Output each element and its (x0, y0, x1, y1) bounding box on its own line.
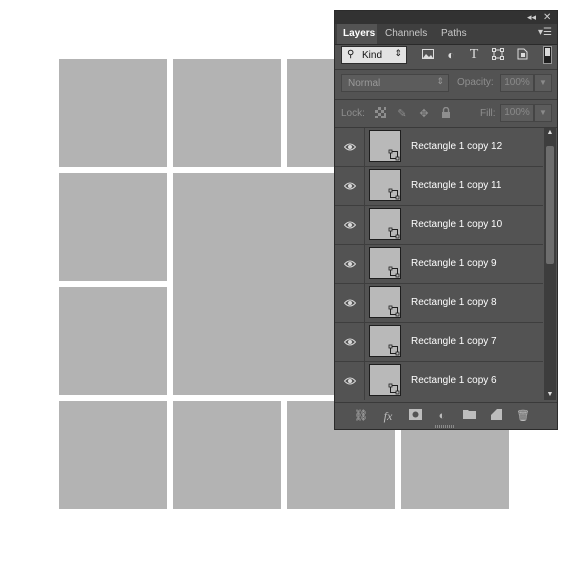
eye-icon[interactable] (344, 259, 356, 269)
canvas-rectangle[interactable] (59, 59, 167, 167)
layer-thumbnail[interactable] (369, 208, 401, 240)
layer-row[interactable]: Rectangle 1 copy 7 (335, 323, 543, 362)
fill-label: Fill: (480, 108, 496, 119)
group-folder-icon[interactable] (461, 409, 477, 423)
opacity-label: Opacity: (457, 77, 494, 88)
layer-name[interactable]: Rectangle 1 copy 9 (411, 258, 497, 269)
tab-channels[interactable]: Channels (379, 24, 429, 44)
tab-paths[interactable]: Paths (435, 24, 475, 44)
eye-icon[interactable] (344, 337, 356, 347)
layer-row[interactable]: Rectangle 1 copy 12 (335, 128, 543, 167)
eye-icon[interactable] (344, 220, 356, 230)
layer-thumbnail[interactable] (369, 247, 401, 279)
adjustment-layer-icon[interactable]: ◐ (434, 409, 450, 423)
scroll-up-arrow-icon[interactable]: ▲ (544, 128, 556, 138)
fx-icon[interactable]: fx (380, 409, 396, 423)
up-down-arrows-icon: ⇕ (394, 48, 402, 58)
shape-layer-badge-icon (388, 344, 400, 356)
shape-layer-badge-icon (388, 227, 400, 239)
eye-icon[interactable] (344, 376, 356, 386)
lock-image-pixels-icon[interactable]: ✎ (395, 107, 409, 121)
layers-scrollbar[interactable]: ▲ ▼ (544, 128, 556, 400)
search-icon: ⚲ (347, 49, 355, 60)
panel-menu-icon[interactable]: ▾☰ (538, 27, 552, 38)
scrollbar-thumb[interactable] (546, 146, 554, 264)
blend-mode-select[interactable]: Normal ⇕ (341, 74, 449, 92)
divider (364, 362, 365, 400)
filter-kind-select[interactable]: ⚲ Kind ⇕ (341, 46, 407, 64)
smart-object-filter-icon[interactable] (515, 48, 529, 62)
eye-icon[interactable] (344, 298, 356, 308)
shape-layer-badge-icon (388, 383, 400, 395)
layer-name[interactable]: Rectangle 1 copy 8 (411, 297, 497, 308)
filter-toggle-switch[interactable] (543, 46, 552, 64)
layer-thumbnail[interactable] (369, 130, 401, 162)
layer-row[interactable]: Rectangle 1 copy 11 (335, 167, 543, 206)
opacity-field[interactable]: 100% (500, 74, 534, 92)
fill-field[interactable]: 100% (500, 104, 534, 122)
layer-mask-icon[interactable] (407, 409, 423, 423)
eye-icon[interactable] (344, 181, 356, 191)
divider (364, 206, 365, 245)
double-chevron-left-icon[interactable]: ◂◂ (527, 11, 536, 24)
close-icon[interactable]: ✕ (543, 11, 551, 24)
lock-label: Lock: (341, 108, 365, 119)
divider (364, 167, 365, 206)
canvas-rectangle[interactable] (173, 59, 281, 167)
layer-thumbnail[interactable] (369, 169, 401, 201)
canvas-rectangle[interactable] (59, 401, 167, 509)
shape-layer-badge-icon (388, 188, 400, 200)
shape-layer-badge-icon (388, 305, 400, 317)
blend-mode-value: Normal (348, 78, 381, 89)
layer-name[interactable]: Rectangle 1 copy 6 (411, 375, 497, 386)
layer-name[interactable]: Rectangle 1 copy 11 (411, 180, 501, 191)
divider (364, 245, 365, 284)
image-filter-icon[interactable] (421, 48, 435, 62)
lock-position-icon[interactable]: ✥ (417, 107, 431, 121)
chevron-down-icon[interactable]: ▼ (534, 104, 552, 122)
resize-grip[interactable] (435, 425, 455, 428)
canvas-rectangle[interactable] (173, 401, 281, 509)
canvas-rectangle[interactable] (59, 287, 167, 395)
layers-list[interactable]: Rectangle 1 copy 12 Rectangle 1 copy 11 … (335, 128, 543, 400)
divider (335, 69, 557, 70)
shape-layer-badge-icon (388, 266, 400, 278)
layer-thumbnail[interactable] (369, 364, 401, 396)
scroll-down-arrow-icon[interactable]: ▼ (544, 390, 556, 400)
shape-layer-badge-icon (388, 149, 400, 161)
layer-row[interactable]: Rectangle 1 copy 8 (335, 284, 543, 323)
lock-all-icon[interactable] (439, 106, 453, 121)
link-layers-icon[interactable]: ⛓ (353, 409, 369, 423)
layer-row[interactable]: Rectangle 1 copy 6 (335, 362, 543, 400)
shape-filter-icon[interactable] (491, 48, 505, 62)
layer-row[interactable]: Rectangle 1 copy 9 (335, 245, 543, 284)
layer-name[interactable]: Rectangle 1 copy 12 (411, 141, 502, 152)
layer-row[interactable]: Rectangle 1 copy 10 (335, 206, 543, 245)
layer-thumbnail[interactable] (369, 325, 401, 357)
layers-panel: ◂◂ ✕ Layers Channels Paths ▾☰ ⚲ Kind ⇕ ◐… (334, 10, 558, 430)
type-filter-icon[interactable]: T (467, 48, 481, 62)
divider (335, 99, 557, 100)
tab-layers[interactable]: Layers (337, 24, 377, 44)
lock-transparent-pixels-icon[interactable] (373, 107, 387, 121)
divider (364, 128, 365, 167)
layer-name[interactable]: Rectangle 1 copy 10 (411, 219, 502, 230)
adjustment-filter-icon[interactable]: ◐ (444, 48, 458, 62)
panel-tab-bar: Layers Channels Paths ▾☰ (335, 24, 557, 45)
filter-kind-label: Kind (362, 50, 383, 61)
up-down-arrows-icon: ⇕ (436, 76, 444, 86)
chevron-down-icon[interactable]: ▼ (534, 74, 552, 92)
layer-thumbnail[interactable] (369, 286, 401, 318)
layer-name[interactable]: Rectangle 1 copy 7 (411, 336, 497, 347)
layers-bottom-toolbar: ⛓ fx ◐ 🗑 (335, 402, 557, 429)
trash-icon[interactable]: 🗑 (515, 409, 531, 423)
panel-title-strip[interactable]: ◂◂ ✕ (335, 11, 557, 24)
eye-icon[interactable] (344, 142, 356, 152)
divider (364, 284, 365, 323)
new-layer-icon[interactable] (488, 409, 504, 423)
canvas-rectangle[interactable] (59, 173, 167, 281)
divider (364, 323, 365, 362)
